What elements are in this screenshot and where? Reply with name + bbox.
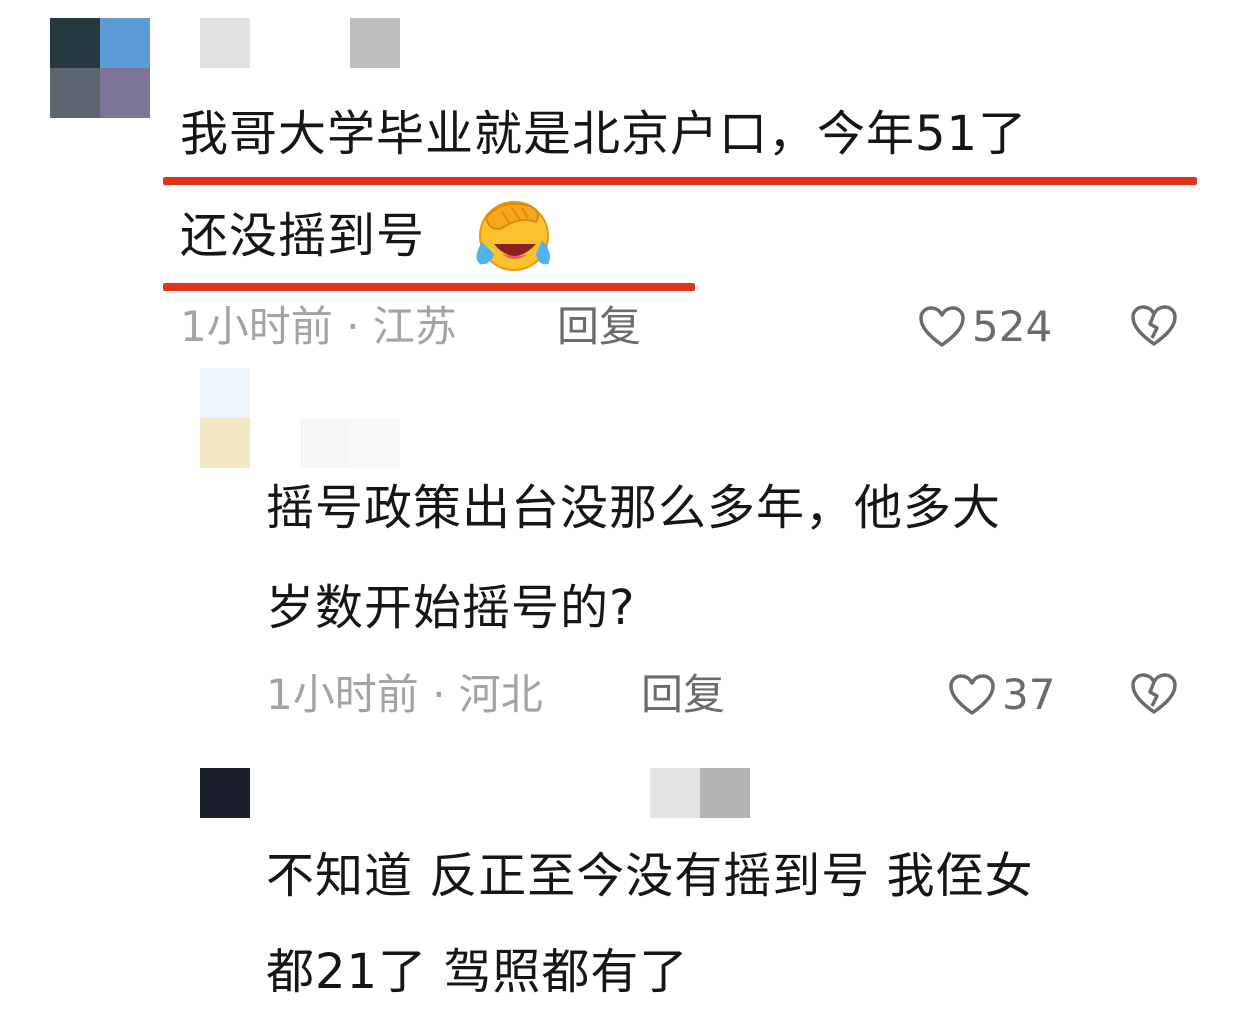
reply-button[interactable]: 回复 [557, 302, 641, 352]
dislike-broken-heart-icon[interactable] [1130, 304, 1178, 348]
highlight-underline [163, 283, 695, 291]
comment-meta: 1小时前 · 江苏 [180, 302, 457, 351]
comment-text-line: 不知道 反正至今没有摇到号 我侄女 [266, 848, 1034, 904]
avatar[interactable] [200, 768, 250, 818]
comment-text-line: 都21了 驾照都有了 [266, 944, 689, 1000]
comment-meta: 1小时前 · 河北 [266, 670, 543, 719]
highlight-underline [163, 177, 1197, 185]
heart-icon [918, 305, 966, 349]
facepalm-laugh-emoji [472, 194, 554, 272]
like-button[interactable]: 37 [948, 670, 1055, 720]
comment-text-line: 我哥大学毕业就是北京户口，今年51了 [180, 106, 1028, 162]
like-count: 37 [1002, 670, 1056, 719]
avatar[interactable] [50, 18, 150, 118]
like-button[interactable]: 524 [918, 302, 1052, 352]
like-count: 524 [972, 302, 1053, 351]
comment-text-line: 摇号政策出台没那么多年，他多大 [266, 480, 1002, 536]
dislike-broken-heart-icon[interactable] [1130, 672, 1178, 716]
username-redacted[interactable] [200, 18, 400, 68]
heart-icon [948, 673, 996, 717]
comment-text-line: 还没摇到号 [180, 208, 426, 264]
avatar[interactable] [200, 368, 250, 468]
username-redacted[interactable] [650, 768, 750, 818]
reply-button[interactable]: 回复 [641, 670, 725, 720]
comment-text-line: 岁数开始摇号的? [266, 580, 636, 636]
